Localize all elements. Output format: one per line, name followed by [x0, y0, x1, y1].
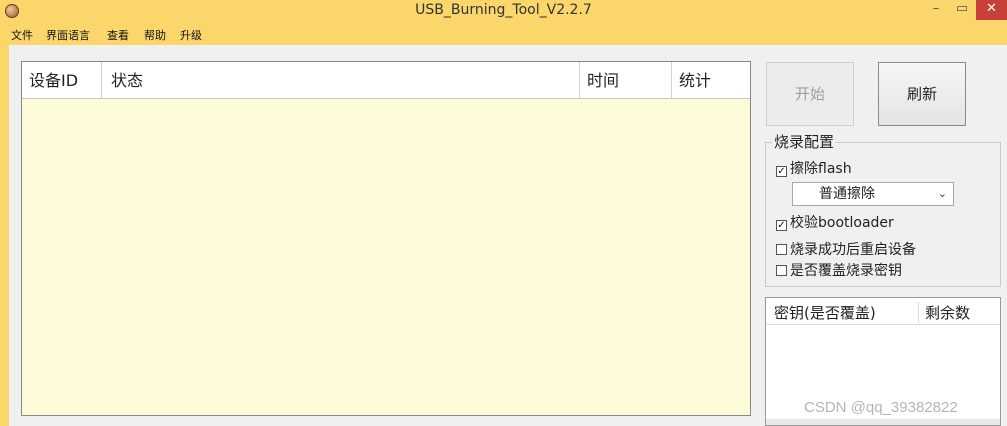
menu-help[interactable]: 帮助	[144, 27, 166, 43]
column-key[interactable]: 密钥(是否覆盖)	[774, 302, 876, 323]
menu-view[interactable]: 查看	[107, 27, 129, 43]
column-device-id[interactable]: 设备ID	[22, 62, 102, 99]
menu-upgrade[interactable]: 升级	[180, 27, 202, 43]
overwrite-key-checkbox[interactable]	[776, 265, 787, 276]
reboot-after-checkbox[interactable]	[776, 244, 787, 255]
reboot-after-label: 烧录成功后重启设备	[790, 242, 916, 258]
watermark: CSDN @qq_39382822	[804, 399, 958, 416]
column-statistics[interactable]: 统计	[672, 62, 750, 99]
refresh-button[interactable]: 刷新	[878, 62, 966, 126]
column-remaining[interactable]: 剩余数	[918, 302, 970, 323]
table-header: 设备ID 状态 时间 统计	[22, 62, 750, 99]
reboot-after-option[interactable]: 烧录成功后重启设备	[776, 239, 916, 259]
verify-bootloader-checkbox[interactable]: ✓	[776, 220, 787, 231]
erase-flash-label: 擦除flash	[790, 161, 852, 177]
erase-flash-checkbox[interactable]: ✓	[776, 166, 787, 177]
device-table[interactable]: 设备ID 状态 时间 统计	[21, 61, 751, 416]
overwrite-key-option[interactable]: 是否覆盖烧录密钥	[776, 260, 902, 280]
erase-flash-option[interactable]: ✓ 擦除flash	[776, 158, 852, 178]
column-time[interactable]: 时间	[580, 62, 672, 99]
horizontal-scrollbar[interactable]	[766, 419, 1000, 425]
window-title: USB_Burning_Tool_V2.2.7	[415, 2, 592, 18]
overwrite-key-label: 是否覆盖烧录密钥	[790, 263, 902, 279]
app-window: USB_Burning_Tool_V2.2.7 – ▭ ✕ 文件 界面语言 查看…	[0, 0, 1007, 426]
verify-bootloader-label: 校验bootloader	[790, 215, 894, 231]
menu-ui-language[interactable]: 界面语言	[46, 27, 90, 43]
close-icon: ✕	[986, 1, 997, 16]
verify-bootloader-option[interactable]: ✓ 校验bootloader	[776, 212, 894, 232]
menu-file[interactable]: 文件	[11, 27, 33, 43]
erase-mode-select[interactable]: 普通擦除 ⌄	[792, 182, 954, 206]
start-button[interactable]: 开始	[766, 62, 854, 126]
minimize-button[interactable]: –	[925, 0, 947, 20]
erase-mode-value: 普通擦除	[819, 186, 875, 202]
maximize-icon: ▭	[955, 1, 969, 16]
menu-bar: 文件 界面语言 查看 帮助 升级	[0, 23, 1007, 45]
column-status[interactable]: 状态	[102, 62, 580, 99]
key-list-header: 密钥(是否覆盖) 剩余数	[766, 298, 1000, 325]
minimize-icon: –	[932, 1, 940, 16]
close-button[interactable]: ✕	[976, 0, 1007, 20]
maximize-button[interactable]: ▭	[951, 0, 973, 20]
chevron-down-icon: ⌄	[937, 187, 947, 200]
title-bar: USB_Burning_Tool_V2.2.7 – ▭ ✕	[0, 0, 1007, 23]
burn-config-title: 烧录配置	[772, 131, 837, 152]
